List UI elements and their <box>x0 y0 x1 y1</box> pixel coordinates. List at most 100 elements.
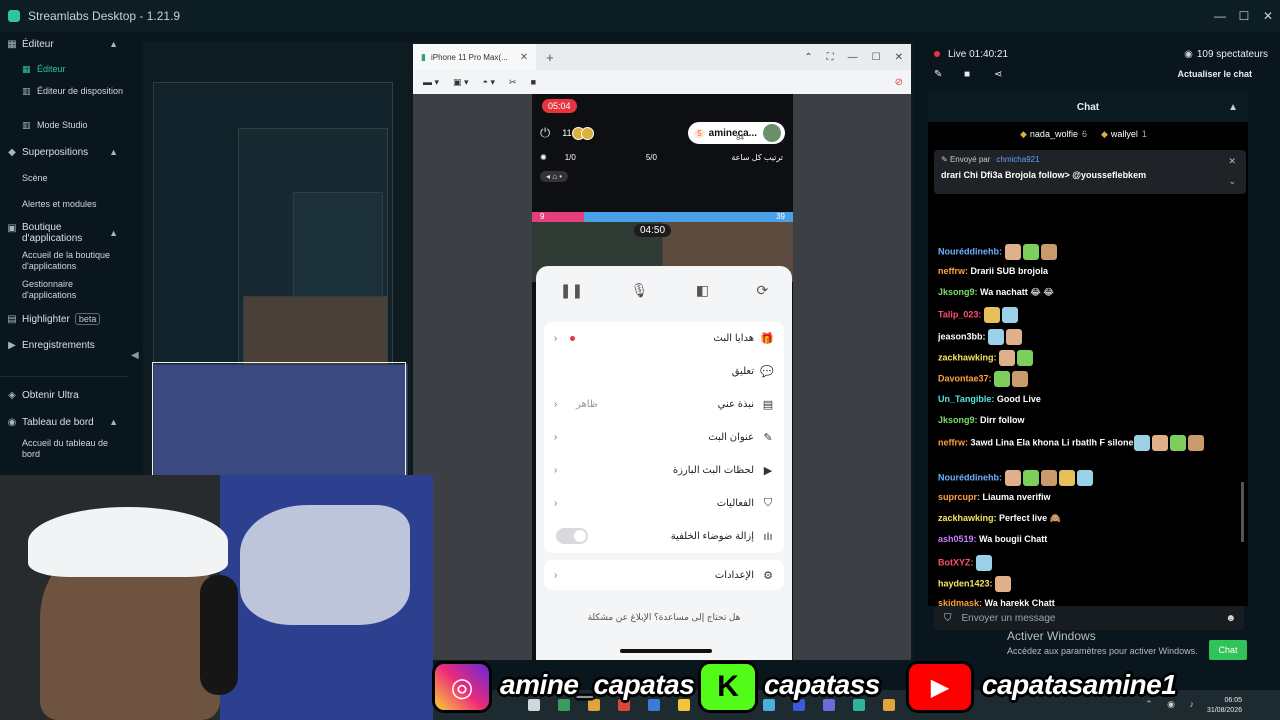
menu-row-events[interactable]: ⛉ الفعاليات ‹ <box>544 487 784 520</box>
refresh-chat-button[interactable]: Actualiser le chat <box>1177 69 1252 79</box>
chat-username[interactable]: Jksong9: <box>938 287 978 297</box>
chat-message[interactable]: suprcupr: Liauma nverifiw <box>938 491 1242 503</box>
chat-username[interactable]: BotXYZ: <box>938 557 974 567</box>
sidebar-item-app-manager[interactable]: Gestionnaire d'applications <box>22 279 126 301</box>
mirror-icon[interactable]: ◧ <box>696 282 709 299</box>
collapse-chevron-icon[interactable]: ◀ <box>131 350 139 361</box>
close-icon[interactable]: ✕ <box>895 52 903 63</box>
chat-message[interactable]: zackhawking: Perfect live 🙈 <box>938 512 1242 524</box>
chat-username[interactable]: Talip_023: <box>938 309 981 319</box>
chat-message[interactable]: skidmask: Wa harekk Chatt <box>938 597 1242 606</box>
chat-message[interactable]: neffrw: Drarii SUB brojola <box>938 265 1242 277</box>
emoji-icon[interactable]: ☻ <box>1225 613 1236 624</box>
sidebar-section-dashboard[interactable]: ◉ Tableau de bord ▲ <box>6 416 124 428</box>
video-icon[interactable]: ■ <box>964 69 970 80</box>
chat-username[interactable]: Un_Tangible: <box>938 394 994 404</box>
flip-camera-icon[interactable]: ⟳ <box>757 282 769 299</box>
chevron-down-icon[interactable]: ⌄ <box>1228 176 1236 187</box>
new-tab-icon[interactable]: + <box>546 50 554 65</box>
menu-row-gifts[interactable]: 🎁 هدايا البث ‹ <box>544 322 784 355</box>
chat-username[interactable]: Nouréddinehb: <box>938 246 1002 256</box>
share-icon[interactable]: ⋖ <box>994 69 1002 80</box>
sidebar-item-studio-mode[interactable]: ▥ Mode Studio <box>22 120 126 131</box>
home-icon[interactable]: ◂ ⌂ • <box>540 170 569 182</box>
chat-username[interactable]: ash0519: <box>938 534 977 544</box>
chat-username[interactable]: Jksong9: <box>938 415 978 425</box>
chat-message[interactable]: jeason3bb: <box>938 329 1242 345</box>
sidebar-item-alerts[interactable]: Alertes et modules <box>22 199 126 210</box>
pinned-message[interactable]: ✎ Envoyé par chmicha921 drari Chi Dfi3a B… <box>934 150 1246 194</box>
power-icon[interactable]: ⏻ <box>540 125 550 141</box>
chat-feed[interactable]: ◆ nada_wolfie 6 ◆ wallyel 1 ✎ Envoyé par chmi… <box>928 122 1248 606</box>
chat-input[interactable]: ⛉ Envoyer un message ☻ <box>934 606 1244 630</box>
chat-message[interactable]: Talip_023: <box>938 307 1242 323</box>
chat-message[interactable]: Un_Tangible: Good Live <box>938 393 1242 405</box>
menu-row-highlights[interactable]: ▶ لحظات البث البارزة ‹ <box>544 454 784 487</box>
sidebar-section-appstore[interactable]: ▣ Boutique d'applications ▲ <box>6 222 124 244</box>
sidebar-section-editor[interactable]: ▦ Éditeur ▲ <box>6 38 124 50</box>
sidebar-item-ultra[interactable]: ◈ Obtenir Ultra <box>6 389 124 401</box>
microphone-icon[interactable]: 🎙 <box>631 282 649 299</box>
chat-message[interactable]: Jksong9: Wa nachatt 😂 😂 <box>938 286 1242 298</box>
chat-username[interactable]: Nouréddinehb: <box>938 472 1002 482</box>
sidebar-item-layout-editor[interactable]: ▥ Éditeur de disposition <box>22 86 126 97</box>
chat-message[interactable]: hayden1423: <box>938 576 1242 592</box>
pin-icon[interactable]: ⌃ <box>804 52 812 63</box>
screen-icon[interactable]: ▬ ▾ <box>423 77 439 88</box>
chat-message[interactable]: Jksong9: Dirr follow <box>938 414 1242 426</box>
chat-username[interactable]: skidmask: <box>938 598 982 606</box>
minimize-icon[interactable]: — <box>848 52 858 63</box>
chat-username[interactable]: suprcupr: <box>938 492 980 502</box>
source-selection-box[interactable] <box>152 362 406 476</box>
sidebar-item-dashboard-home[interactable]: Accueil du tableau de bord <box>22 438 126 460</box>
chat-message[interactable]: BotXYZ: <box>938 555 1242 571</box>
record-off-icon[interactable]: ⊘ <box>895 77 903 88</box>
chat-message[interactable]: Nouréddinehb: <box>938 470 1242 486</box>
pause-icon[interactable]: ❚❚ <box>560 282 583 299</box>
chat-message[interactable]: zackhawking: <box>938 350 1242 366</box>
chat-username[interactable]: neffrw: <box>938 266 968 276</box>
edit-icon[interactable]: ✎ <box>934 69 942 80</box>
chat-message[interactable]: Davontae37: <box>938 371 1242 387</box>
sidebar-item-scene[interactable]: Scène <box>22 173 126 184</box>
fullscreen-icon[interactable]: ⛶ <box>827 52 834 63</box>
menu-row-settings[interactable]: ⚙ الإعدادات ‹ <box>544 560 784 590</box>
noise-toggle[interactable] <box>556 528 588 544</box>
gifter-item[interactable]: ◆ wallyel 1 <box>1101 129 1147 140</box>
maximize-icon[interactable]: ☐ <box>872 52 881 63</box>
hourly-rank[interactable]: ترتيب كل ساعة <box>731 153 783 162</box>
audio-icon[interactable]: ◓ ▾ <box>483 77 495 88</box>
chat-message[interactable]: Nouréddinehb: <box>938 244 1242 260</box>
chat-username[interactable]: jeason3bb: <box>938 331 986 341</box>
unpin-icon[interactable]: ✕ <box>1228 156 1236 167</box>
minimize-icon[interactable]: — <box>1208 0 1232 32</box>
maximize-icon[interactable]: ☐ <box>1232 0 1256 32</box>
menu-row-title[interactable]: ✎ عنوان البث ‹ <box>544 421 784 454</box>
users-icon[interactable]: ▲ <box>1228 102 1238 113</box>
menu-row-about[interactable]: ▤ نبذة عني ظاهر ‹ <box>544 388 784 421</box>
chat-username[interactable]: zackhawking: <box>938 352 997 362</box>
chat-username[interactable]: neffrw: <box>938 437 968 447</box>
close-icon[interactable]: ✕ <box>1256 0 1280 32</box>
camera-icon[interactable]: ■ <box>531 77 536 87</box>
chat-message[interactable]: neffrw: 3awd Lina Ela khona Li rbatlh F … <box>938 435 1242 451</box>
help-link[interactable]: هل تحتاج إلى مساعدة؟ الإبلاغ عن مشكلة <box>536 612 792 623</box>
tools-icon[interactable]: ✂ <box>509 77 517 88</box>
chat-scrollbar[interactable] <box>1241 482 1244 542</box>
resolution-icon[interactable]: ▣ ▾ <box>453 77 469 88</box>
sidebar-item-recordings[interactable]: ▶ Enregistrements <box>6 339 124 351</box>
sidebar-item-appstore-home[interactable]: Accueil de la boutique d'applications <box>22 250 126 272</box>
tab-close-icon[interactable]: ✕ <box>520 52 528 63</box>
gifter-item[interactable]: ◆ nada_wolfie 6 <box>1020 129 1087 140</box>
sidebar-item-highlighter[interactable]: ▤ Highlighter beta <box>6 313 124 325</box>
sidebar-item-editor[interactable]: ▦ Éditeur <box>22 64 126 75</box>
menu-row-noise[interactable]: ıIı إزالة ضوضاء الخلفية <box>544 520 784 553</box>
chat-username[interactable]: hayden1423: <box>938 578 993 588</box>
chat-message[interactable]: ash0519: Wa bougii Chatt <box>938 533 1242 545</box>
mirror-tab[interactable]: ▮ iPhone 11 Pro Max(... ✕ <box>413 44 537 70</box>
host-pill[interactable]: 5 amineca... 84 <box>688 122 785 144</box>
sidebar-section-overlays[interactable]: ◆ Superpositions ▲ <box>6 146 124 158</box>
chat-username[interactable]: Davontae37: <box>938 373 992 383</box>
menu-row-comment[interactable]: 💬 تعليق <box>544 355 784 388</box>
chat-username[interactable]: zackhawking: <box>938 513 997 523</box>
